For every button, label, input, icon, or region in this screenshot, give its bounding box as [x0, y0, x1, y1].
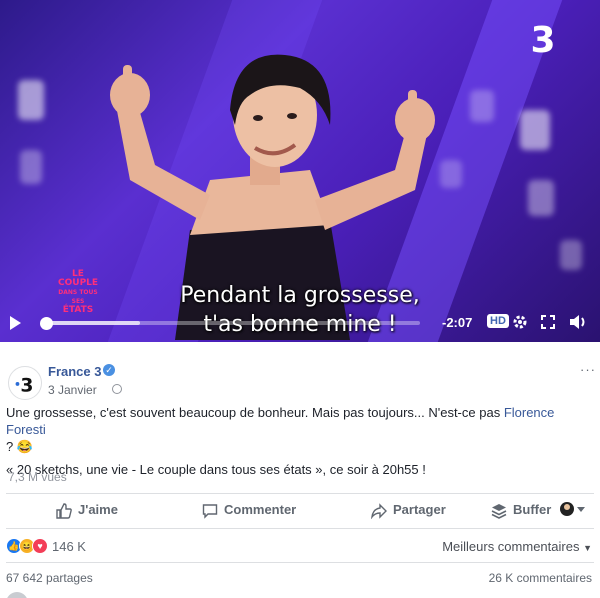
- view-count: 7,3 M vues: [8, 470, 67, 484]
- page-name-link[interactable]: France 3: [48, 364, 101, 379]
- divider: [6, 493, 594, 494]
- love-reaction-icon: ♥: [32, 538, 48, 554]
- france3-avatar-logo: 3: [15, 375, 33, 396]
- post-text: Une grossesse, c'est souvent beaucoup de…: [6, 404, 596, 484]
- share-label: Partager: [393, 502, 446, 517]
- post-actions: J'aime Commenter Partager Buffer: [0, 496, 600, 526]
- more-options-icon[interactable]: ···: [580, 362, 596, 377]
- post-text-segment: ?: [6, 439, 14, 454]
- buffered-bar: [46, 321, 140, 325]
- comment-sort-dropdown[interactable]: Meilleurs commentaires ▼: [442, 539, 592, 554]
- video-player[interactable]: 3 LE COUPLE DANS TOUS SES ÉTATS Pendant …: [0, 0, 600, 342]
- comment-sort-label: Meilleurs commentaires: [442, 539, 580, 554]
- laughing-emoji-icon: 😂: [16, 439, 34, 454]
- stage-light: [18, 80, 44, 120]
- scrub-handle[interactable]: [40, 317, 53, 330]
- comment-count[interactable]: 26 K commentaires: [489, 571, 592, 585]
- buffer-stack-icon: [491, 503, 507, 519]
- stage-light: [520, 110, 550, 150]
- hd-quality-button[interactable]: HD: [487, 314, 509, 328]
- play-icon[interactable]: [10, 316, 21, 330]
- progress-track[interactable]: [46, 321, 420, 325]
- svg-text:3: 3: [530, 20, 555, 56]
- verified-badge-icon: ✓: [103, 364, 115, 376]
- fullscreen-icon[interactable]: [541, 315, 555, 329]
- account-avatar-dropdown-icon: [560, 502, 585, 516]
- post-header: 3 France 3 ✓ 3 Janvier ···: [0, 358, 600, 402]
- globe-icon: [112, 384, 122, 394]
- thumbs-up-icon: [56, 502, 72, 519]
- stage-light: [560, 240, 582, 270]
- post-text-line-1: Une grossesse, c'est souvent beaucoup de…: [6, 404, 596, 455]
- page-avatar[interactable]: 3: [8, 366, 42, 400]
- buffer-button[interactable]: Buffer: [491, 502, 551, 519]
- post-as-selector[interactable]: [559, 501, 587, 520]
- share-count[interactable]: 67 642 partages: [6, 571, 93, 585]
- video-controls: -2:07 HD: [0, 308, 600, 338]
- share-arrow-icon: [371, 502, 387, 519]
- gear-icon[interactable]: [512, 314, 528, 330]
- divider: [6, 528, 594, 529]
- reaction-count[interactable]: 146 K: [52, 539, 86, 554]
- buffer-label: Buffer: [513, 502, 552, 517]
- comment-label: Commenter: [224, 502, 297, 517]
- like-button[interactable]: J'aime: [56, 502, 118, 519]
- volume-icon[interactable]: [568, 313, 588, 331]
- post-date[interactable]: 3 Janvier: [48, 383, 97, 397]
- comment-button[interactable]: Commenter: [202, 502, 296, 519]
- share-button[interactable]: Partager: [371, 502, 446, 519]
- divider: [6, 562, 594, 563]
- stage-light: [20, 150, 42, 184]
- stage-light: [528, 180, 554, 216]
- chevron-down-icon: ▼: [583, 543, 592, 553]
- comment-icon: [202, 503, 218, 519]
- post-text-line-2: « 20 sketchs, une vie - Le couple dans t…: [6, 462, 426, 477]
- like-label: J'aime: [78, 502, 118, 517]
- avatar: [6, 592, 28, 598]
- post-text-segment: Une grossesse, c'est souvent beaucoup de…: [6, 405, 504, 420]
- time-remaining: -2:07: [442, 315, 473, 330]
- subtitle-line-1: Pendant la grossesse,: [180, 283, 420, 308]
- france3-channel-logo: 3: [530, 20, 555, 56]
- svg-text:3: 3: [20, 375, 33, 396]
